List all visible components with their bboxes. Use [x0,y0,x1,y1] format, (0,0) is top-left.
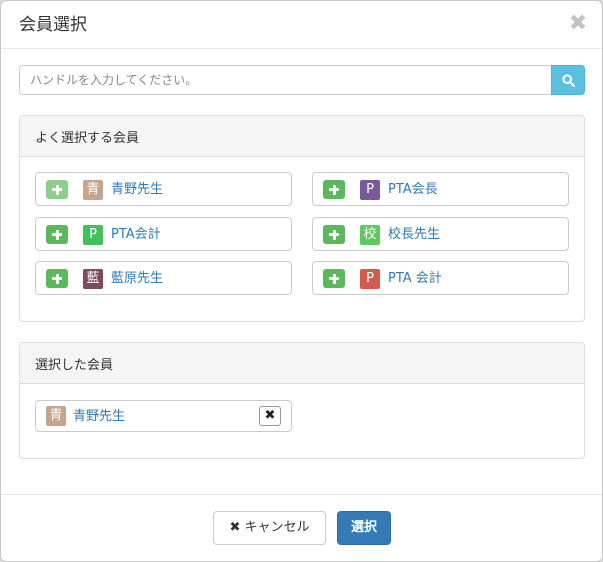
member-name: PTA会計 [111,227,161,242]
frequent-members-panel: よく選択する会員 青 青野先生 P PTA会長 P PTA会計 校 校長先生 藍… [19,115,585,322]
member-name: 青野先生 [111,182,164,197]
modal-title: 会員選択 [19,15,87,35]
add-member-button[interactable] [46,225,68,244]
member-card[interactable]: 校 校長先生 [312,217,569,251]
add-member-button[interactable] [46,180,68,199]
modal-header: 会員選択 ✖ [1,1,602,49]
member-card[interactable]: 青 青野先生 [35,172,292,206]
close-icon: ✖ [229,520,241,535]
cancel-button[interactable]: ✖ キャンセル [213,511,326,545]
add-member-button[interactable] [323,225,345,244]
member-name: 藍原先生 [111,271,164,286]
cancel-label: キャンセル [244,520,310,535]
selected-member-card: 青 青野先生 ✖ [35,400,292,432]
avatar: P [360,180,380,200]
add-member-button[interactable] [323,180,345,199]
avatar: 青 [46,406,66,426]
search-input[interactable] [19,65,552,95]
member-name: PTA 会計 [388,271,442,286]
member-card[interactable]: 藍 藍原先生 [35,261,292,295]
member-name: 青野先生 [73,409,126,424]
member-card[interactable]: P PTA 会計 [312,261,569,295]
close-icon[interactable]: ✖ [568,13,588,35]
add-member-button[interactable] [46,269,68,288]
add-member-button[interactable] [323,269,345,288]
frequent-members-heading: よく選択する会員 [20,116,584,157]
search-icon [562,74,575,87]
search-bar [19,65,585,95]
member-name: 校長先生 [388,227,441,242]
member-card[interactable]: P PTA会長 [312,172,569,206]
avatar: 校 [360,225,380,245]
select-button[interactable]: 選択 [337,511,391,545]
avatar: P [83,225,103,245]
member-name: PTA会長 [388,182,438,197]
avatar: P [360,269,380,289]
search-button[interactable] [551,65,585,95]
modal-footer: ✖ キャンセル 選択 [1,494,602,561]
member-select-modal: 会員選択 ✖ よく選択する会員 青 青野先生 P PTA会長 P PTA会計 [0,0,603,562]
avatar: 藍 [83,269,103,289]
remove-member-button[interactable]: ✖ [259,406,281,426]
selected-members-panel: 選択した会員 青 青野先生 ✖ [19,342,585,459]
selected-members-heading: 選択した会員 [20,343,584,384]
member-card[interactable]: P PTA会計 [35,217,292,251]
avatar: 青 [83,180,103,200]
